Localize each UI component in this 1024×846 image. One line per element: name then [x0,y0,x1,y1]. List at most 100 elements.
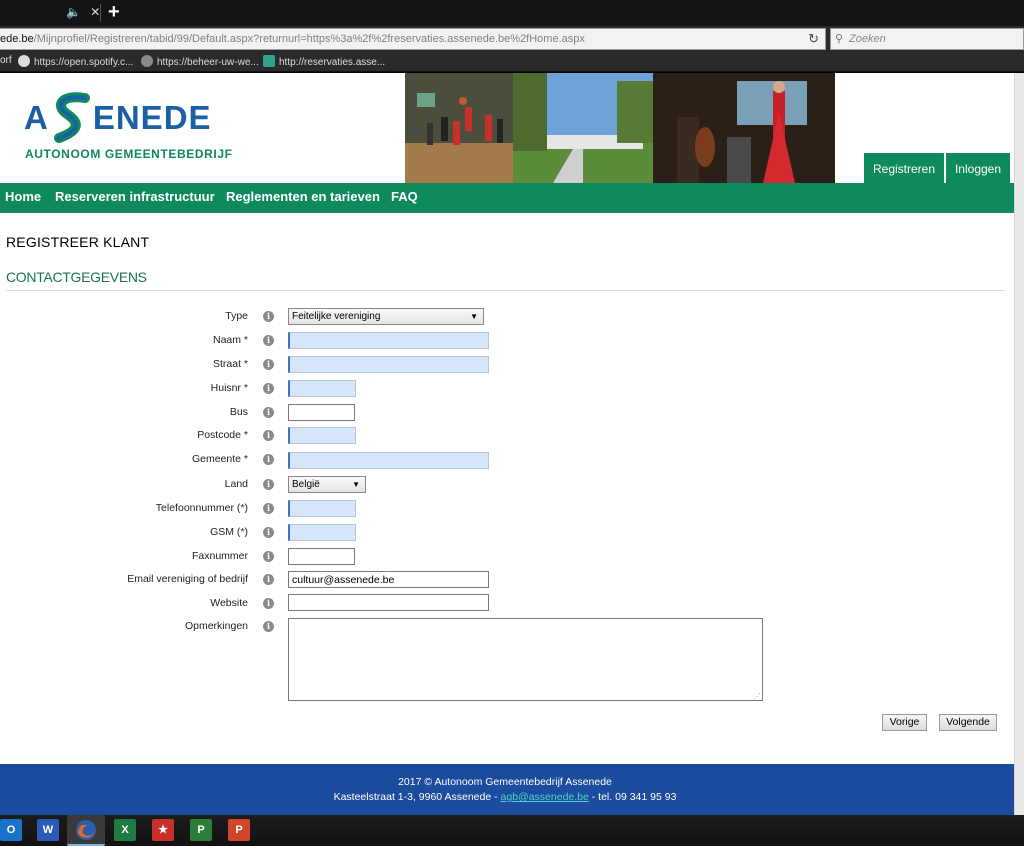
website-input[interactable] [288,594,489,611]
assenede-favicon-icon [263,55,275,67]
info-icon[interactable]: i [263,430,274,441]
land-select[interactable]: België ▼ [288,476,366,493]
gsm-input[interactable] [288,524,356,541]
bookmark-item[interactable]: https://beheer-uw-we... [141,55,259,68]
excel-icon[interactable]: X [114,819,136,841]
powerpoint-icon[interactable]: P [228,819,250,841]
info-icon[interactable]: i [263,311,274,322]
huisnr-label: Huisnr * [210,382,248,394]
bus-label: Bus [229,406,248,418]
search-placeholder: Zoeken [849,33,886,45]
footer-email-link[interactable]: agb@assenede.be [501,791,589,803]
bookmarks-bar: orf https://open.spotify.c... https://be… [0,52,1024,72]
logo-swoosh-icon [54,92,90,143]
email-input[interactable] [288,571,489,588]
naam-input[interactable] [288,332,489,349]
postcode-label: Postcode * [197,429,248,441]
section-divider [6,290,1005,291]
dropdown-arrow-icon: ▼ [470,312,478,321]
speaker-icon[interactable]: 🔈 [66,5,81,19]
bookmark-item[interactable]: https://open.spotify.c... [18,55,133,68]
info-icon[interactable]: i [263,574,274,585]
email-label: Email vereniging of bedrijf [127,573,248,585]
menu-item-faq[interactable]: FAQ [391,183,418,211]
menu-item-reglementen[interactable]: Reglementen en tarieven [226,183,380,211]
telefoon-input[interactable] [288,500,356,517]
browser-navigation-bar: ede.be/Mijnprofiel/Registreren/tabid/99/… [0,26,1024,52]
info-icon[interactable]: i [263,598,274,609]
info-icon[interactable]: i [263,407,274,418]
resize-grip-icon[interactable]: ⋰ [753,692,761,701]
search-bar[interactable]: ⚲ Zoeken [830,28,1024,50]
info-icon[interactable]: i [263,527,274,538]
url-host: ede.be [0,33,34,45]
website-label: Website [210,597,248,609]
site-footer: 2017 © Autonoom Gemeentebedrijf Assenede… [0,764,1014,815]
header-banner [405,73,835,183]
bookmark-item[interactable]: http://reservaties.asse... [263,55,385,68]
site-logo[interactable]: A ENEDE AUTONOOM GEMEENTEBEDRIJF [24,91,232,166]
type-select[interactable]: Feitelijke vereniging ▼ [288,308,484,325]
search-icon: ⚲ [835,33,844,45]
address-bar[interactable]: ede.be/Mijnprofiel/Registreren/tabid/99/… [0,28,826,50]
gemeente-label: Gemeente * [191,453,248,465]
fax-label: Faxnummer [191,550,248,562]
info-icon[interactable]: i [263,454,274,465]
fax-input[interactable] [288,548,355,565]
close-tab-icon[interactable]: ✕ [90,5,100,19]
word-icon[interactable]: W [37,819,59,841]
info-icon[interactable]: i [263,383,274,394]
main-menu: Home Reserveren infrastructuur Reglement… [0,183,1014,213]
web-page: A ENEDE AUTONOOM GEMEENTEBEDRIJF Registr… [0,73,1014,815]
globe-icon [141,55,153,67]
bookmark-item[interactable]: orf [0,55,12,66]
telefoon-label: Telefoonnummer (*) [155,502,248,514]
project-icon[interactable]: P [190,819,212,841]
info-icon[interactable]: i [263,551,274,562]
register-button[interactable]: Registreren [864,153,944,183]
outlook-icon[interactable]: O [0,819,22,841]
menu-item-reserveren[interactable]: Reserveren infrastructuur [55,183,215,211]
concert-photo [653,73,835,183]
bus-input[interactable] [288,404,355,421]
next-button[interactable]: Volgende [939,714,997,731]
footer-contact: Kasteelstraat 1-3, 9960 Assenede - agb@a… [0,791,1010,803]
info-icon[interactable]: i [263,479,274,490]
previous-button[interactable]: Vorige [882,714,927,731]
gsm-label: GSM (*) [210,526,248,538]
firefox-logo-icon [76,820,96,840]
reload-icon[interactable]: ↻ [808,29,819,49]
straat-label: Straat * [212,358,248,370]
info-icon[interactable]: i [263,335,274,346]
footer-copyright: 2017 © Autonoom Gemeentebedrijf Assenede [398,776,612,788]
dropdown-arrow-icon: ▼ [352,480,360,489]
menu-item-home[interactable]: Home [5,183,41,211]
postcode-input[interactable] [288,427,356,444]
taskbar: O W X ★ P P [0,815,1024,846]
logo-subtitle: AUTONOOM GEMEENTEBEDRIJF [25,147,233,161]
browser-tab-strip: 🔈 ✕ + [0,0,1024,26]
info-icon[interactable]: i [263,359,274,370]
page-title: REGISTREER KLANT [6,234,150,250]
land-label: Land [224,478,248,490]
url-path: /Mijnprofiel/Registreren/tabid/99/Defaul… [33,33,585,45]
section-title: CONTACTGEGEVENS [6,269,147,285]
gemeente-input[interactable] [288,452,489,469]
firefox-icon[interactable] [67,815,105,846]
type-label: Type [225,310,248,322]
spotify-icon [18,55,30,67]
info-icon[interactable]: i [263,621,274,632]
straat-input[interactable] [288,356,489,373]
basketball-photo [405,73,513,183]
login-button[interactable]: Inloggen [946,153,1010,183]
tab-separator [100,4,101,22]
page-scrollbar[interactable] [1014,73,1024,815]
info-icon[interactable]: i [263,503,274,514]
naam-label: Naam * [212,334,248,346]
red-app-icon[interactable]: ★ [152,819,174,841]
building-photo [513,73,653,183]
huisnr-input[interactable] [288,380,356,397]
opmerkingen-textarea[interactable] [288,618,763,701]
new-tab-button[interactable]: + [108,1,120,24]
opmerkingen-label: Opmerkingen [184,620,248,632]
